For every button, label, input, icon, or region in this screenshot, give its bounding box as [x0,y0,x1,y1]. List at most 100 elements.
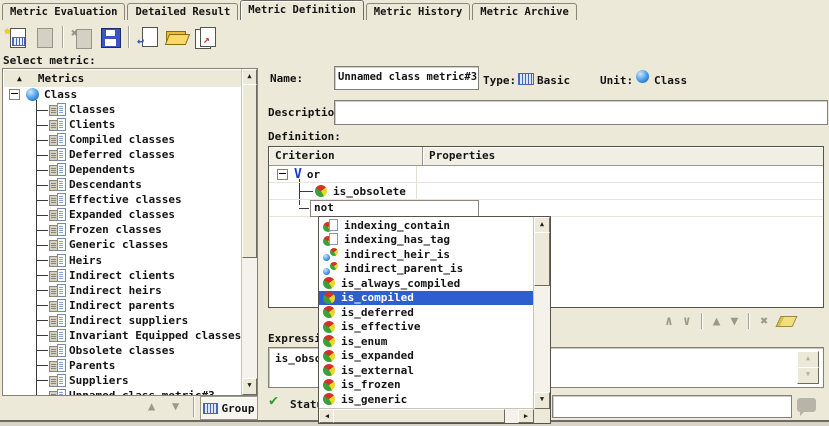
dropdown-horizontal-scrollbar[interactable]: ◀ ▶ [319,408,534,423]
tab-metric-definition[interactable]: Metric Definition [240,0,363,20]
tree-item-indirect-clients[interactable]: Indirect clients [3,268,242,283]
scrollbar-thumb[interactable] [242,84,257,258]
tree-item-dependents[interactable]: Dependents [3,162,242,177]
collapse-box-icon[interactable] [277,169,288,180]
tree-vertical-scrollbar[interactable]: ▲ ▼ [241,69,257,395]
separator [193,397,195,417]
save-metric-button[interactable] [97,24,123,50]
dropdown-item-is-compiled[interactable]: is_compiled [319,291,534,306]
dropdown-item-is-enum[interactable]: is_enum [319,334,534,349]
scroll-right-button[interactable]: ▶ [518,409,534,423]
save-floppy-icon [101,28,121,48]
scrollbar-thumb[interactable] [333,409,505,423]
sort-ascending-icon: ▲ [17,74,22,83]
name-input[interactable]: Unnamed class metric#3 [334,66,479,90]
dropdown-item-is-external[interactable]: is_external [319,363,534,378]
dropdown-item-indexing-has-tag[interactable]: indexing_has_tag [319,233,534,248]
separator [701,313,703,329]
metric-doc-icon [49,314,66,327]
criterion-column-header[interactable]: Criterion [269,147,423,165]
status-message-field[interactable] [552,395,792,418]
tree-item-label: Deferred classes [69,148,175,161]
criterion-row-or[interactable]: V or [269,166,823,183]
tree-item-classes[interactable]: Classes [3,102,242,117]
dropdown-item-indirect-parent-is[interactable]: indirect_parent_is [319,262,534,277]
expression-scroll-up-button[interactable]: ▲ [797,351,819,368]
metric-tree-header[interactable]: ▲ Metrics [3,69,242,88]
tree-item-label: Indirect suppliers [69,314,188,327]
collapse-box-icon[interactable] [9,89,20,100]
tab-metric-evaluation[interactable]: Metric Evaluation [2,3,125,20]
new-metric-button[interactable]: ★ [3,24,29,50]
insert-and-button[interactable]: ∧ [665,314,673,329]
tree-item-indirect-heirs[interactable]: Indirect heirs [3,283,242,298]
tree-item-effective-classes[interactable]: Effective classes [3,192,242,207]
copy-metric-button[interactable] [31,24,57,50]
reload-metric-button[interactable]: ↩ [135,24,161,50]
import-metrics-button[interactable]: ↗ [191,24,217,50]
tree-item-generic-classes[interactable]: Generic classes [3,237,242,252]
criterion-relation-icon [323,248,338,261]
dropdown-vertical-scrollbar[interactable]: ▲ ▼ [533,217,550,409]
tree-item-obsolete-classes[interactable]: Obsolete classes [3,343,242,358]
properties-column-header[interactable]: Properties [423,147,495,165]
tree-item-class-unit[interactable]: Class [3,87,242,102]
move-criterion-down-button[interactable]: ▼ [730,314,738,329]
tree-item-expanded-classes[interactable]: Expanded classes [3,207,242,222]
tab-metric-archive[interactable]: Metric Archive [472,3,577,20]
tree-item-suppliers[interactable]: Suppliers [3,373,242,388]
delete-metric-button[interactable]: ✖ [69,24,95,50]
tree-item-compiled-classes[interactable]: Compiled classes [3,132,242,147]
open-metric-file-button[interactable] [163,24,189,50]
toolbar-separator [62,26,64,48]
tab-detailed-result[interactable]: Detailed Result [127,3,238,20]
move-metric-down-button[interactable]: ▼ [172,399,179,413]
group-toggle-button[interactable]: Group [200,396,258,420]
criterion-completion-dropdown: indexing_containindexing_has_tagindirect… [318,216,551,424]
clear-definition-button[interactable] [776,316,798,327]
scroll-down-button[interactable]: ▼ [534,392,550,409]
dropdown-item-is-always-compiled[interactable]: is_always_compiled [319,276,534,291]
tree-item-heirs[interactable]: Heirs [3,253,242,268]
reload-document-icon [142,27,158,47]
dropdown-item-is-deferred[interactable]: is_deferred [319,305,534,320]
tree-item-descendants[interactable]: Descendants [3,177,242,192]
tree-item-clients[interactable]: Clients [3,117,242,132]
move-metric-up-button[interactable]: ▲ [148,399,155,413]
scrollbar-thumb[interactable] [534,232,550,286]
remove-criterion-button[interactable]: ✖ [760,314,768,329]
dropdown-item-is-effective[interactable]: is_effective [319,320,534,335]
copy-document-icon [37,28,53,48]
scroll-down-button[interactable]: ▼ [242,378,257,395]
tree-item-label: Invariant Equipped classes [69,329,241,342]
tree-bottom-controls: ▲ ▼ Group [0,396,258,420]
criterion-row-not-editing[interactable]: not [269,200,823,217]
dropdown-item-is-expanded[interactable]: is_expanded [319,349,534,364]
expression-scroll-down-button[interactable]: ▼ [797,367,819,384]
criterion-label: or [307,168,320,181]
tree-item-parents[interactable]: Parents [3,358,242,373]
tree-item-frozen-classes[interactable]: Frozen classes [3,222,242,237]
insert-or-button[interactable]: ∨ [683,314,691,329]
criterion-pie-icon [323,379,335,391]
dropdown-item-is-frozen[interactable]: is_frozen [319,378,534,393]
metric-doc-icon [49,254,66,267]
comment-bubble-icon[interactable] [797,398,816,412]
tree-item-indirect-suppliers[interactable]: Indirect suppliers [3,313,242,328]
dropdown-item-label: is_external [341,364,414,377]
move-criterion-up-button[interactable]: ▲ [713,314,721,329]
tree-item-unnamed-class-metric-3[interactable]: Unnamed class metric#3 [3,388,242,395]
dropdown-item-is-generic[interactable]: is_generic [319,392,534,407]
criterion-row-is-obsolete[interactable]: is_obsolete [269,183,823,200]
dropdown-item-indirect-heir-is[interactable]: indirect_heir_is [319,247,534,262]
tree-item-invariant-equipped-classes[interactable]: Invariant Equipped classes [3,328,242,343]
dropdown-item-indexing-contain[interactable]: indexing_contain [319,218,534,233]
description-input[interactable] [334,100,828,125]
metric-tool-window: Metric EvaluationDetailed ResultMetric D… [0,0,829,426]
criterion-edit-box[interactable]: not [310,200,479,217]
tree-item-label: Suppliers [69,374,129,387]
tree-item-indirect-parents[interactable]: Indirect parents [3,298,242,313]
tree-item-deferred-classes[interactable]: Deferred classes [3,147,242,162]
criterion-label: is_obsolete [333,185,406,198]
tab-metric-history[interactable]: Metric History [366,3,471,20]
